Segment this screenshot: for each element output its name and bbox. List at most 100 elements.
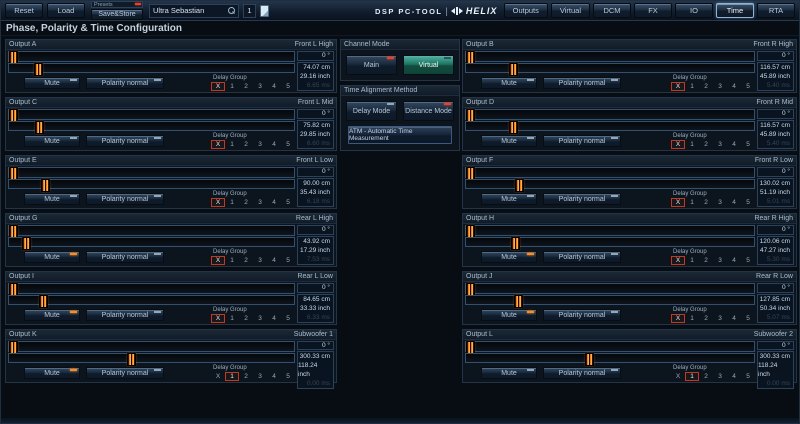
distance-slider[interactable]	[8, 63, 295, 74]
distance-cm-field[interactable]: 43.92 cm	[303, 237, 330, 246]
delay-group-cell-1[interactable]: 1	[685, 314, 699, 323]
search-field[interactable]: Ultra Sebastian	[149, 4, 239, 18]
load-button[interactable]: Load	[47, 3, 85, 18]
delay-group-cell-5[interactable]: 5	[741, 198, 755, 207]
distance-slider[interactable]	[8, 295, 295, 306]
delay-group-cell-x[interactable]: X	[671, 198, 685, 207]
mute-button[interactable]: Mute	[481, 135, 537, 147]
delay-group-cell-3[interactable]: 3	[253, 256, 267, 265]
delay-group-cell-4[interactable]: 4	[267, 256, 281, 265]
delay-group-cell-4[interactable]: 4	[727, 372, 741, 381]
distance-inch-field[interactable]: 29.85 inch	[300, 130, 330, 139]
virtual-mode-button[interactable]: Virtual	[403, 55, 454, 75]
phase-slider[interactable]	[465, 167, 755, 178]
phase-slider[interactable]	[465, 225, 755, 236]
delay-group-cell-1[interactable]: 1	[225, 198, 239, 207]
nav-dcm-button[interactable]: DCM	[593, 3, 631, 18]
distance-cm-field[interactable]: 90.00 cm	[303, 179, 330, 188]
delay-mode-button[interactable]: Delay Mode	[346, 101, 397, 121]
distance-slider-handle[interactable]	[511, 237, 520, 250]
delay-group-cell-4[interactable]: 4	[267, 372, 281, 381]
delay-group-cell-1[interactable]: 1	[685, 198, 699, 207]
distance-cm-field[interactable]: 130.02 cm	[760, 179, 790, 188]
polarity-button[interactable]: Polarity normal	[543, 77, 621, 89]
delay-group-cell-x[interactable]: X	[211, 372, 225, 381]
delay-group-cell-x[interactable]: X	[671, 314, 685, 323]
nav-outputs-button[interactable]: Outputs	[504, 3, 548, 18]
delay-group-cell-x[interactable]: X	[671, 140, 685, 149]
distance-slider-handle[interactable]	[585, 353, 594, 366]
mute-button[interactable]: Mute	[24, 309, 80, 321]
save-store-button[interactable]: Save&Store	[91, 9, 143, 20]
phase-value-field[interactable]: 0 °	[757, 283, 794, 293]
phase-value-field[interactable]: 0 °	[757, 341, 794, 350]
distance-cm-field[interactable]: 120.06 cm	[760, 237, 790, 246]
delay-group-cell-2[interactable]: 2	[239, 372, 253, 381]
phase-value-field[interactable]: 0 °	[297, 51, 334, 61]
delay-group-cell-x[interactable]: X	[211, 82, 225, 91]
delay-group-cell-1[interactable]: 1	[225, 140, 239, 149]
nav-virtual-button[interactable]: Virtual	[551, 3, 590, 18]
delay-group-cell-2[interactable]: 2	[699, 198, 713, 207]
delay-group-cell-2[interactable]: 2	[699, 82, 713, 91]
mute-button[interactable]: Mute	[481, 77, 537, 89]
distance-slider[interactable]	[465, 295, 755, 306]
phase-slider[interactable]	[8, 225, 295, 236]
reset-button[interactable]: Reset	[5, 3, 43, 18]
phase-slider[interactable]	[8, 109, 295, 120]
distance-inch-field[interactable]: 47.27 inch	[760, 246, 790, 255]
phase-value-field[interactable]: 0 °	[297, 109, 334, 119]
phase-value-field[interactable]: 0 °	[757, 167, 794, 177]
delay-group-cell-1[interactable]: 1	[225, 372, 239, 381]
mute-button[interactable]: Mute	[481, 193, 537, 205]
delay-group-cell-5[interactable]: 5	[741, 314, 755, 323]
distance-slider-handle[interactable]	[34, 63, 43, 76]
delay-group-cell-2[interactable]: 2	[239, 198, 253, 207]
distance-inch-field[interactable]: 17.29 inch	[300, 246, 330, 255]
phase-slider[interactable]	[8, 167, 295, 178]
mute-button[interactable]: Mute	[24, 135, 80, 147]
phase-value-field[interactable]: 0 °	[297, 167, 334, 177]
delay-group-cell-4[interactable]: 4	[727, 140, 741, 149]
delay-group-cell-x[interactable]: X	[671, 82, 685, 91]
delay-group-cell-3[interactable]: 3	[713, 82, 727, 91]
distance-inch-field[interactable]: 50.34 inch	[760, 304, 790, 313]
phase-slider[interactable]	[465, 341, 755, 352]
mute-button[interactable]: Mute	[481, 309, 537, 321]
distance-cm-field[interactable]: 74.07 cm	[303, 63, 330, 72]
delay-group-cell-1[interactable]: 1	[685, 140, 699, 149]
polarity-button[interactable]: Polarity normal	[86, 135, 164, 147]
distance-slider-handle[interactable]	[509, 121, 518, 134]
delay-group-cell-2[interactable]: 2	[699, 372, 713, 381]
delay-group-cell-x[interactable]: X	[211, 314, 225, 323]
distance-mode-button[interactable]: Distance Mode	[403, 101, 454, 121]
phase-value-field[interactable]: 0 °	[297, 225, 334, 235]
presets-dropdown[interactable]: Presets	[91, 1, 143, 8]
distance-inch-field[interactable]: 118.24 inch	[758, 361, 790, 379]
delay-group-cell-1[interactable]: 1	[685, 372, 699, 381]
delay-group-cell-2[interactable]: 2	[239, 82, 253, 91]
polarity-button[interactable]: Polarity normal	[543, 251, 621, 263]
distance-slider[interactable]	[8, 237, 295, 248]
delay-group-cell-2[interactable]: 2	[239, 256, 253, 265]
phase-slider[interactable]	[8, 51, 295, 62]
distance-slider-handle[interactable]	[509, 63, 518, 76]
delay-group-cell-4[interactable]: 4	[727, 314, 741, 323]
delay-group-cell-1[interactable]: 1	[685, 82, 699, 91]
delay-group-cell-2[interactable]: 2	[239, 314, 253, 323]
distance-slider-handle[interactable]	[35, 121, 44, 134]
delay-group-cell-3[interactable]: 3	[253, 140, 267, 149]
distance-inch-field[interactable]: 29.16 inch	[300, 72, 330, 81]
polarity-button[interactable]: Polarity normal	[86, 77, 164, 89]
nav-io-button[interactable]: IO	[675, 3, 713, 18]
delay-group-cell-4[interactable]: 4	[267, 198, 281, 207]
search-icon[interactable]	[227, 7, 235, 15]
delay-group-cell-4[interactable]: 4	[727, 198, 741, 207]
delay-group-cell-4[interactable]: 4	[267, 140, 281, 149]
polarity-button[interactable]: Polarity normal	[543, 309, 621, 321]
polarity-button[interactable]: Polarity normal	[543, 367, 621, 379]
delay-group-cell-5[interactable]: 5	[281, 256, 295, 265]
delay-group-cell-3[interactable]: 3	[713, 372, 727, 381]
distance-slider-handle[interactable]	[515, 179, 524, 192]
delay-group-cell-1[interactable]: 1	[225, 82, 239, 91]
